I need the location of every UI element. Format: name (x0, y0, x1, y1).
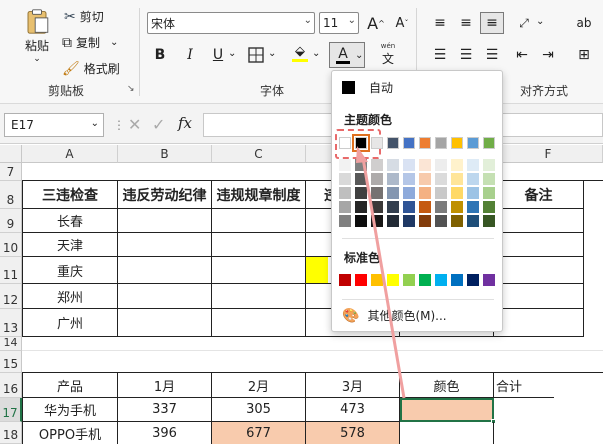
annotation-arrow (356, 146, 406, 399)
